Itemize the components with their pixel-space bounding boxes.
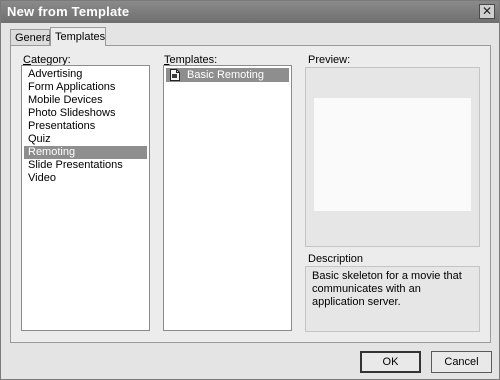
document-icon: [170, 69, 180, 81]
ok-button[interactable]: OK: [360, 351, 421, 373]
new-from-template-dialog: New from Template ✕ General Templates Ca…: [0, 0, 500, 380]
category-item-advertising[interactable]: Advertising: [24, 68, 147, 81]
description-label: Description: [308, 253, 364, 265]
category-item-mobile-devices[interactable]: Mobile Devices: [24, 94, 147, 107]
category-item-video[interactable]: Video: [24, 172, 147, 185]
description-text: Basic skeleton for a movie that communic…: [305, 266, 480, 332]
category-item-slide-presentations[interactable]: Slide Presentations: [24, 159, 147, 172]
tab-general[interactable]: General: [10, 29, 54, 45]
template-item-basic-remoting[interactable]: Basic Remoting: [166, 68, 289, 82]
tab-templates[interactable]: Templates: [50, 27, 106, 46]
preview-canvas: [314, 98, 471, 211]
category-item-remoting[interactable]: Remoting: [24, 146, 147, 159]
title-bar[interactable]: New from Template ✕: [1, 1, 499, 23]
category-list[interactable]: Advertising Form Applications Mobile Dev…: [21, 65, 150, 331]
category-item-photo-slideshows[interactable]: Photo Slideshows: [24, 107, 147, 120]
templates-list[interactable]: Basic Remoting: [163, 65, 292, 331]
category-item-quiz[interactable]: Quiz: [24, 133, 147, 146]
template-item-label: Basic Remoting: [187, 69, 265, 81]
close-button[interactable]: ✕: [479, 4, 495, 19]
preview-area: [305, 67, 480, 247]
preview-label: Preview:: [308, 54, 351, 66]
category-item-form-applications[interactable]: Form Applications: [24, 81, 147, 94]
cancel-button[interactable]: Cancel: [431, 351, 492, 373]
category-item-presentations[interactable]: Presentations: [24, 120, 147, 133]
close-icon: ✕: [481, 4, 493, 18]
dialog-title: New from Template: [7, 4, 130, 19]
